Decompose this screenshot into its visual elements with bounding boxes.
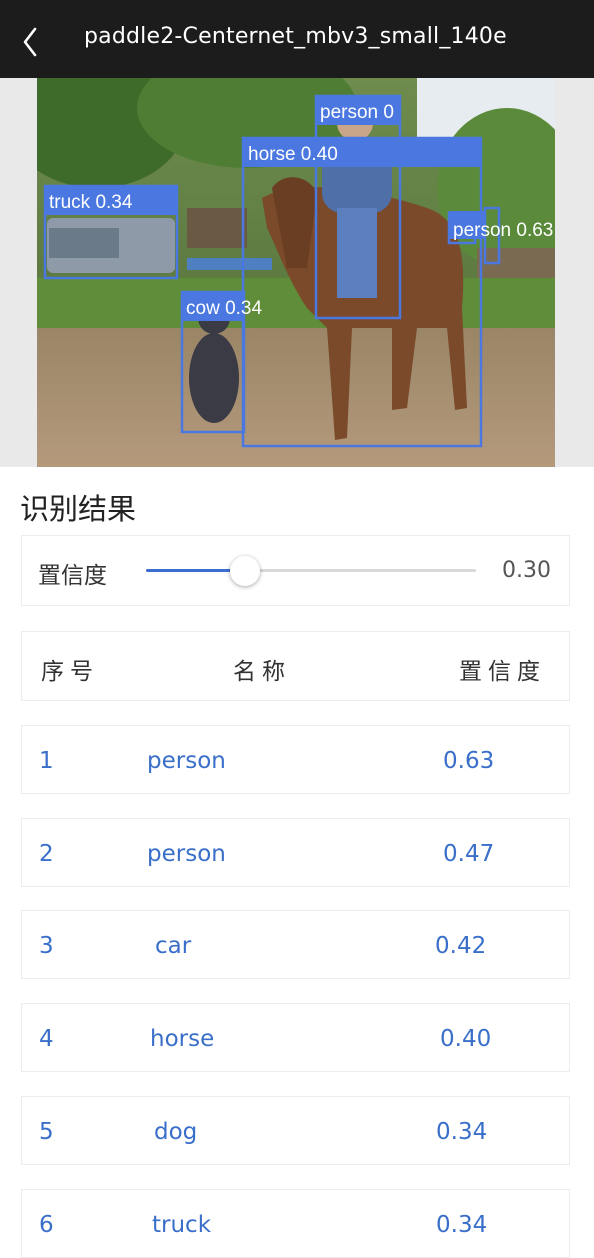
table-row[interactable]: 5 dog 0.34 <box>21 1096 570 1165</box>
detection-label: person 0 <box>320 102 394 123</box>
table-row[interactable]: 6 truck 0.34 <box>21 1189 570 1258</box>
row-name: truck <box>152 1212 212 1238</box>
row-score: 0.63 <box>443 748 495 774</box>
table-row[interactable]: 3 car 0.42 <box>21 910 570 979</box>
slider-thumb[interactable] <box>230 556 260 586</box>
row-name: person <box>147 841 226 867</box>
column-header-index: 序号 <box>41 659 99 685</box>
row-index: 6 <box>39 1212 54 1238</box>
detection-image: person 0 horse 0.40 truck 0.34 cow 0.34 … <box>37 78 555 467</box>
row-index: 2 <box>39 841 54 867</box>
row-name: horse <box>150 1026 215 1052</box>
row-index: 4 <box>39 1026 54 1052</box>
row-name: dog <box>154 1119 198 1145</box>
detection-image-area: person 0 horse 0.40 truck 0.34 cow 0.34 … <box>0 78 594 467</box>
table-row[interactable]: 1 person 0.63 <box>21 725 570 794</box>
table-header: 序号 名称 置信度 <box>21 631 570 701</box>
row-score: 0.42 <box>435 933 487 959</box>
app-header: paddle2-Centernet_mbv3_small_140e <box>0 0 594 78</box>
column-header-confidence: 置信度 <box>459 659 546 685</box>
table-row[interactable]: 4 horse 0.40 <box>21 1003 570 1072</box>
confidence-card: 置信度 0.30 <box>21 535 570 606</box>
row-score: 0.40 <box>440 1026 492 1052</box>
detection-label: horse 0.40 <box>248 144 338 165</box>
row-score: 0.34 <box>436 1119 488 1145</box>
row-name: person <box>147 748 226 774</box>
row-score: 0.34 <box>436 1212 488 1238</box>
confidence-slider[interactable] <box>146 556 476 586</box>
confidence-value: 0.30 <box>502 558 551 583</box>
detection-label: truck 0.34 <box>49 192 133 213</box>
detection-label: cow 0.34 <box>186 298 262 319</box>
table-row[interactable]: 2 person 0.47 <box>21 818 570 887</box>
column-header-name: 名称 <box>233 659 291 685</box>
confidence-label: 置信度 <box>38 563 107 589</box>
chevron-left-icon <box>23 27 37 57</box>
results-title: 识别结果 <box>20 492 137 526</box>
page-title: paddle2-Centernet_mbv3_small_140e <box>84 24 507 49</box>
back-button[interactable] <box>10 20 50 60</box>
row-score: 0.47 <box>443 841 495 867</box>
detection-label: person 0.63 <box>453 220 553 241</box>
row-index: 3 <box>39 933 54 959</box>
row-index: 1 <box>39 748 54 774</box>
row-name: car <box>155 933 192 959</box>
row-index: 5 <box>39 1119 54 1145</box>
